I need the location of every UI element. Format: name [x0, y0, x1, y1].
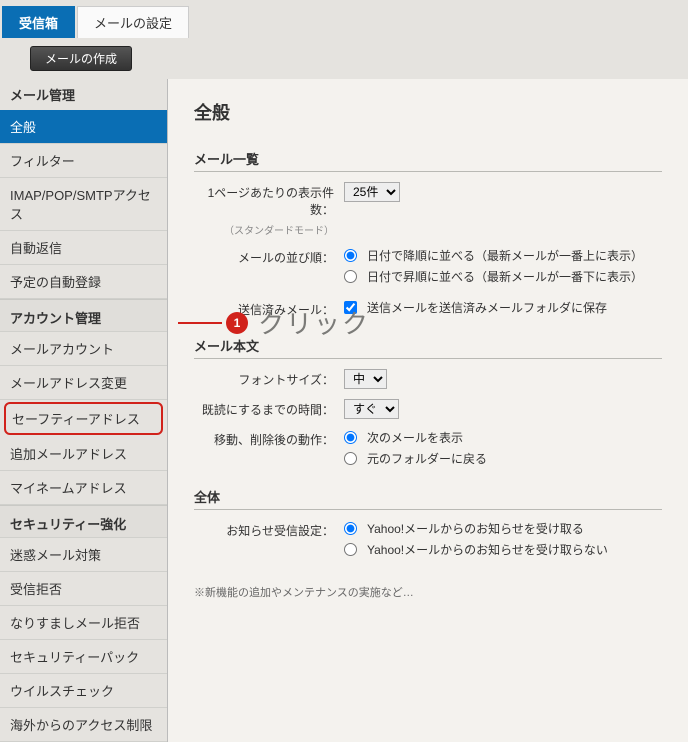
- label-sort-asc: 日付で昇順に並べる（最新メールが一番下に表示）: [367, 268, 643, 285]
- label-sent-check: 送信メールを送信済みメールフォルダに保存: [367, 299, 607, 316]
- label-per-page: 1ページあたりの表示件数：: [194, 182, 344, 218]
- sidebar-item-schedule[interactable]: 予定の自動登録: [0, 265, 167, 299]
- compose-row: メールの作成: [0, 38, 688, 79]
- tab-settings[interactable]: メールの設定: [77, 6, 189, 38]
- top-tabs: 受信箱 メールの設定: [0, 0, 688, 38]
- sidebar-item-addaddress[interactable]: 追加メールアドレス: [0, 437, 167, 471]
- sidebar-item-virus[interactable]: ウイルスチェック: [0, 674, 167, 708]
- radio-move-next[interactable]: [344, 431, 357, 444]
- select-per-page[interactable]: 25件: [344, 182, 400, 202]
- label-move-back: 元のフォルダーに戻る: [367, 450, 487, 467]
- sidebar-item-spam[interactable]: 迷惑メール対策: [0, 538, 167, 572]
- section-mail-list: メール一覧: [194, 149, 662, 172]
- label-font: フォントサイズ：: [194, 369, 344, 388]
- label-per-page-note: （スタンダードモード）: [194, 222, 344, 237]
- sidebar-item-secpack[interactable]: セキュリティーパック: [0, 640, 167, 674]
- sidebar-item-imap[interactable]: IMAP/POP/SMTPアクセス: [0, 178, 167, 231]
- content-area: 全般 メール一覧 1ページあたりの表示件数： 25件 （スタンダードモード） メ…: [168, 79, 688, 742]
- label-notify: お知らせ受信設定：: [194, 520, 344, 539]
- sidebar: メール管理 全般 フィルター IMAP/POP/SMTPアクセス 自動返信 予定…: [0, 79, 168, 742]
- select-font[interactable]: 中: [344, 369, 387, 389]
- radio-move-back[interactable]: [344, 452, 357, 465]
- sidebar-section-account: アカウント管理: [0, 299, 167, 332]
- section-all: 全体: [194, 487, 662, 510]
- tab-inbox[interactable]: 受信箱: [2, 6, 75, 38]
- label-sort-desc: 日付で降順に並べる（最新メールが一番上に表示）: [367, 247, 643, 264]
- checkbox-sent[interactable]: [344, 301, 357, 314]
- sidebar-item-safety-address[interactable]: セーフティーアドレス: [4, 402, 163, 435]
- compose-button[interactable]: メールの作成: [30, 46, 132, 71]
- label-move-next: 次のメールを表示: [367, 429, 463, 446]
- radio-notify-yes[interactable]: [344, 522, 357, 535]
- sidebar-section-mail: メール管理: [0, 79, 167, 110]
- section-mail-body: メール本文: [194, 336, 662, 359]
- sidebar-item-abroad[interactable]: 海外からのアクセス制限: [0, 708, 167, 742]
- sidebar-section-security: セキュリティー強化: [0, 505, 167, 538]
- radio-sort-asc[interactable]: [344, 270, 357, 283]
- select-read[interactable]: すぐ: [344, 399, 399, 419]
- label-sort: メールの並び順：: [194, 247, 344, 266]
- label-move: 移動、削除後の動作：: [194, 429, 344, 448]
- label-notify-yes: Yahoo!メールからのお知らせを受け取る: [367, 520, 584, 537]
- sidebar-item-mailaccount[interactable]: メールアカウント: [0, 332, 167, 366]
- sidebar-item-mailchange[interactable]: メールアドレス変更: [0, 366, 167, 400]
- bottom-note: ※新機能の追加やメンテナンスの実施など…: [194, 572, 662, 600]
- label-notify-no: Yahoo!メールからのお知らせを受け取らない: [367, 541, 608, 558]
- page-title: 全般: [194, 99, 662, 125]
- sidebar-item-autoreply[interactable]: 自動返信: [0, 231, 167, 265]
- radio-sort-desc[interactable]: [344, 249, 357, 262]
- sidebar-item-myname[interactable]: マイネームアドレス: [0, 471, 167, 505]
- sidebar-item-spoof[interactable]: なりすましメール拒否: [0, 606, 167, 640]
- sidebar-item-general[interactable]: 全般: [0, 110, 167, 144]
- label-read: 既読にするまでの時間：: [194, 399, 344, 418]
- radio-notify-no[interactable]: [344, 543, 357, 556]
- sidebar-item-filter[interactable]: フィルター: [0, 144, 167, 178]
- label-sent: 送信済みメール：: [194, 299, 344, 318]
- sidebar-item-block[interactable]: 受信拒否: [0, 572, 167, 606]
